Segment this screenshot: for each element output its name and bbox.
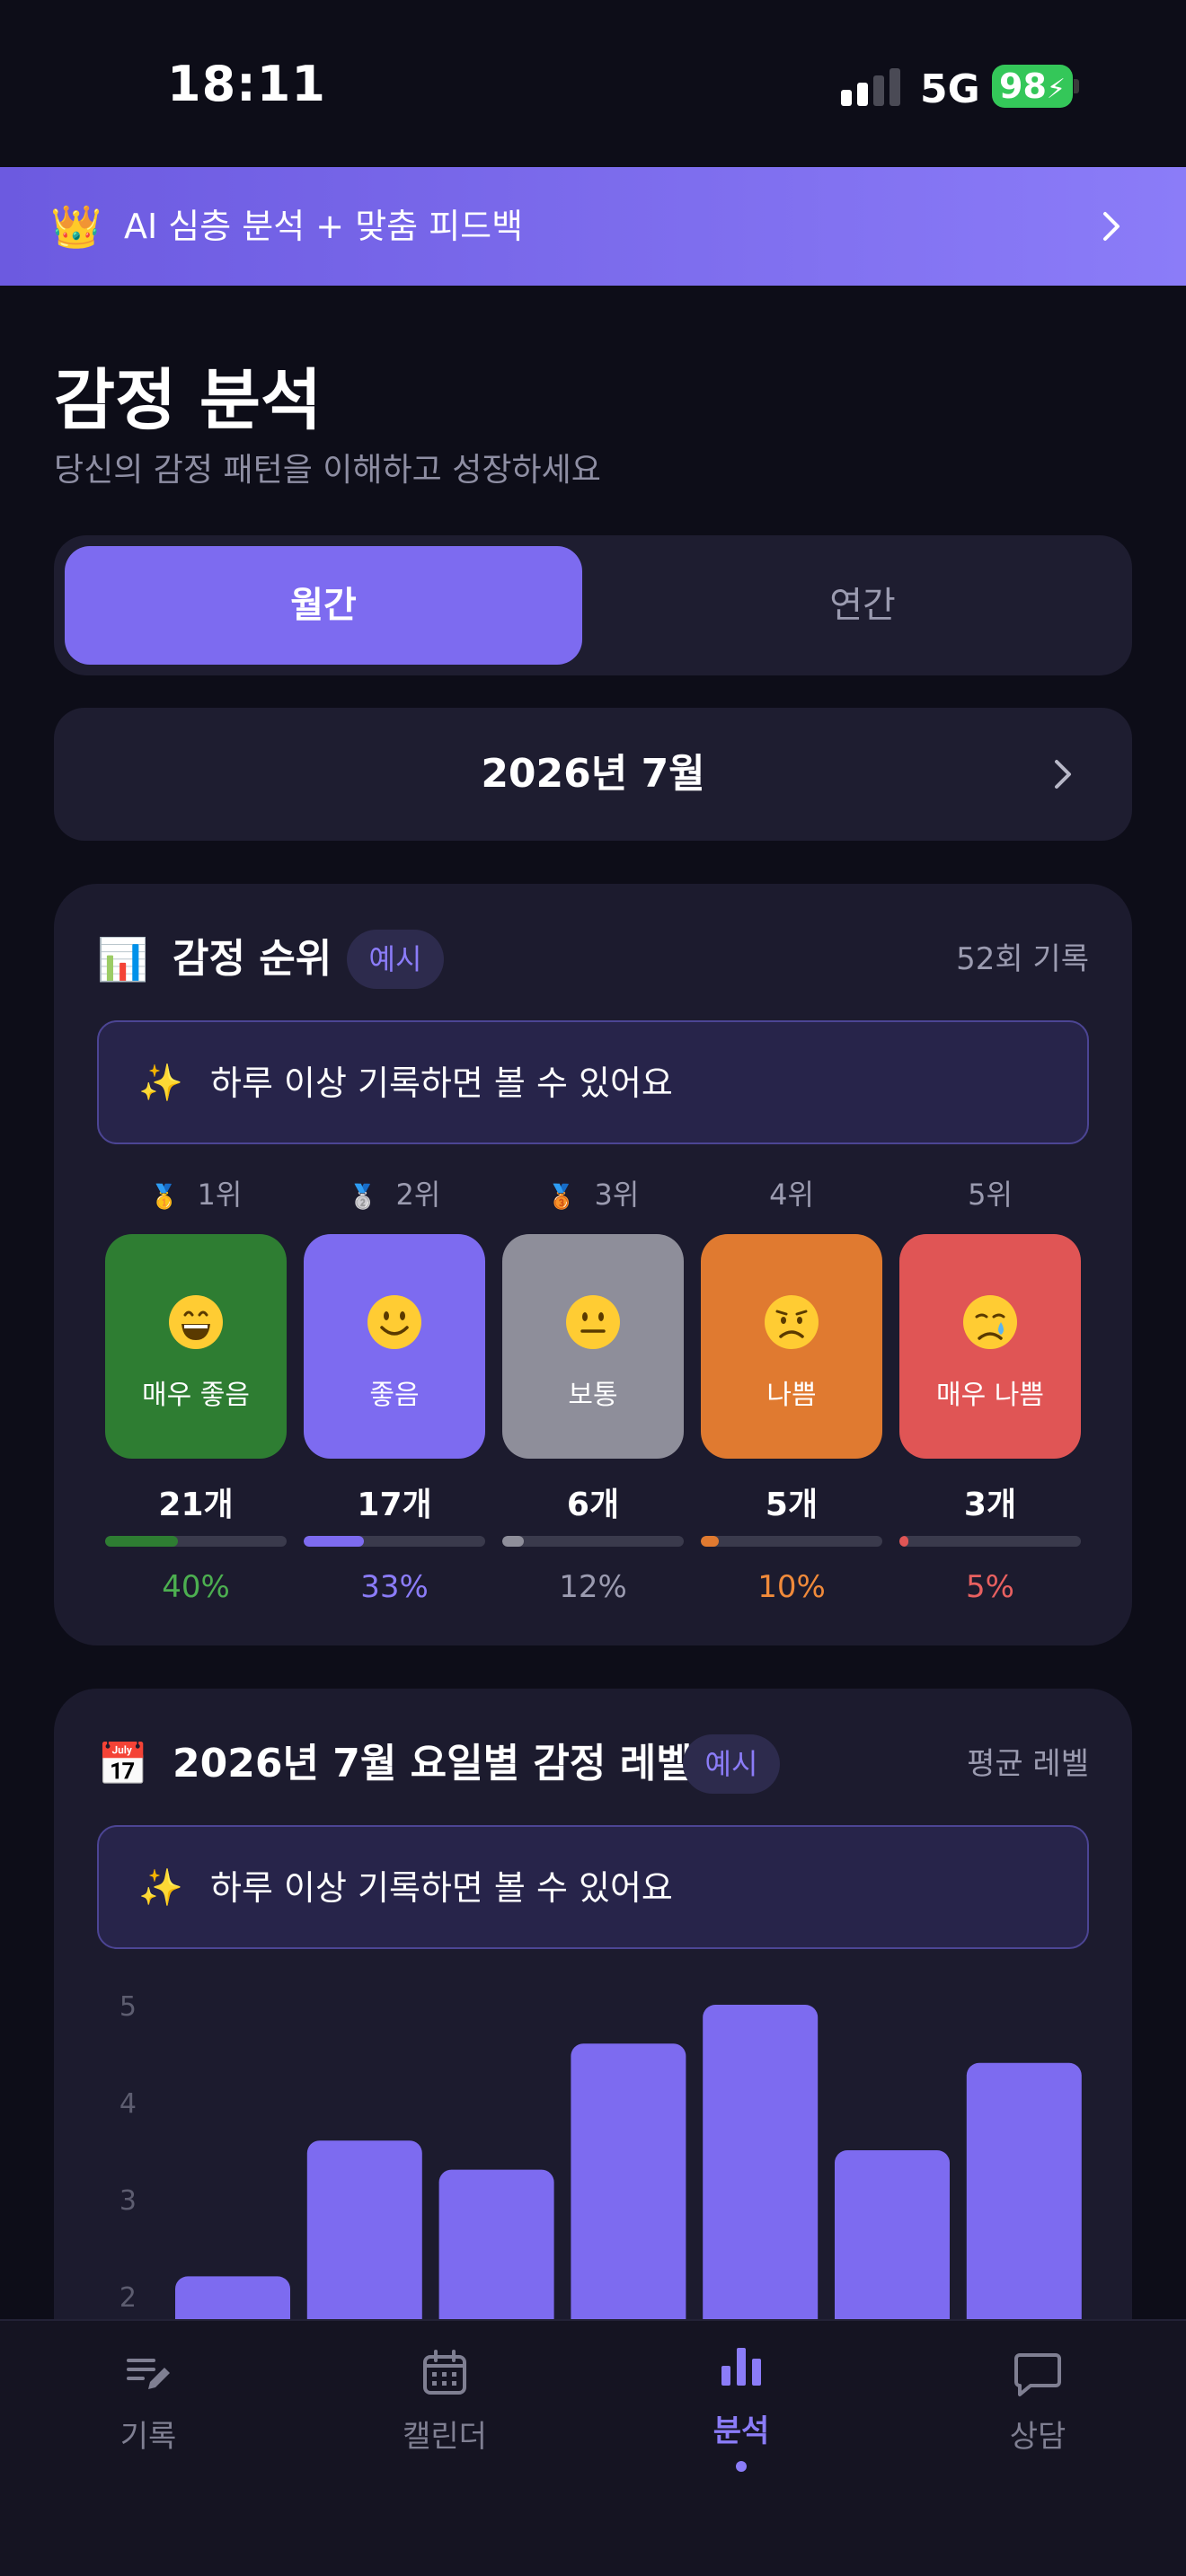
tab-label: 기록 — [119, 2419, 177, 2455]
tab-counseling[interactable]: 상담 — [890, 2321, 1186, 2501]
y-tick-label: 2 — [119, 2282, 137, 2314]
emotion-count: 3개 — [963, 1486, 1017, 1523]
tab-yearly[interactable]: 연간 — [604, 546, 1121, 665]
record-count: 52회 기록 — [956, 941, 1089, 977]
emotion-count: 5개 — [765, 1486, 819, 1523]
rank-number: 4위 — [769, 1178, 814, 1212]
month-selector[interactable]: 2026년 7월 — [54, 708, 1132, 841]
tab-label: 상담 — [1009, 2419, 1067, 2455]
emotion-name: 매우 좋음 — [142, 1380, 250, 1411]
rank-number: 5위 — [968, 1178, 1013, 1212]
progress-fill — [304, 1536, 364, 1547]
status-bar: 18:11 5G 98⚡ — [0, 0, 1186, 167]
rank-tile[interactable]: 매우 좋음 — [105, 1234, 287, 1459]
progress-fill — [105, 1536, 178, 1547]
rank-number: 3위 — [594, 1178, 640, 1212]
tab-calendar[interactable]: 캘린더 — [296, 2321, 593, 2501]
bar-chart-icon: 📊 — [97, 935, 149, 984]
emotion-percent: 12% — [559, 1569, 627, 1605]
period-segmented-control: 월간 연간 — [54, 535, 1132, 675]
ai-analysis-promo-banner[interactable]: 👑 AI 심층 분석 + 맞춤 피드백 — [0, 167, 1186, 286]
network-type: 5G — [920, 66, 980, 112]
progress-fill — [502, 1536, 525, 1547]
y-tick-label: 4 — [119, 2088, 137, 2120]
bar-chart-icon — [721, 2348, 761, 2386]
notice-banner: ✨ 하루 이상 기록하면 볼 수 있어요 — [97, 1020, 1089, 1144]
rank-tile[interactable]: 매우 나쁨 — [899, 1234, 1081, 1459]
emotion-percent: 10% — [757, 1569, 826, 1605]
smile-face-icon — [367, 1295, 421, 1349]
emotion-name: 좋음 — [369, 1380, 420, 1411]
emotion-count: 21개 — [158, 1486, 234, 1523]
emotion-name: 매우 나쁨 — [936, 1380, 1044, 1411]
emotion-percent: 33% — [360, 1569, 429, 1605]
crown-icon: 👑 — [50, 202, 102, 251]
emotion-name: 보통 — [568, 1380, 618, 1411]
gold-medal-icon: 🥇 — [149, 1184, 180, 1211]
y-tick-label: 3 — [119, 2185, 137, 2217]
tab-label: 분석 — [712, 2413, 770, 2449]
progress-track — [502, 1536, 684, 1547]
progress-track — [105, 1536, 287, 1547]
silver-medal-icon: 🥈 — [348, 1184, 378, 1211]
emotion-ranking-card: 📊 감정 순위 예시 52회 기록 ✨ 하루 이상 기록하면 볼 수 있어요 🥇… — [54, 884, 1132, 1645]
cellular-signal-icon — [841, 68, 900, 106]
tab-monthly[interactable]: 월간 — [65, 546, 582, 665]
rank-number: 2위 — [395, 1178, 441, 1212]
example-badge: 예시 — [347, 930, 444, 989]
battery-icon: 98⚡ — [992, 65, 1073, 108]
rank-number: 1위 — [197, 1178, 243, 1212]
tab-analysis[interactable]: 분석 — [593, 2321, 890, 2501]
emotion-percent: 5% — [966, 1569, 1014, 1605]
neutral-face-icon — [566, 1295, 620, 1349]
tab-label: 캘린더 — [403, 2419, 487, 2455]
rank-tile[interactable]: 좋음 — [304, 1234, 485, 1459]
chevron-right-icon — [1103, 212, 1120, 241]
chat-bubble-icon — [1014, 2353, 1061, 2396]
bottom-tab-bar: 기록 캘린더 분석 상담 — [0, 2319, 1186, 2576]
bronze-medal-icon: 🥉 — [546, 1184, 577, 1211]
progress-track — [701, 1536, 882, 1547]
progress-fill — [899, 1536, 909, 1547]
rank-tile[interactable]: 보통 — [502, 1234, 684, 1459]
month-label: 2026년 7월 — [481, 751, 705, 797]
crying-face-icon — [963, 1295, 1017, 1349]
emotion-count: 6개 — [566, 1486, 620, 1523]
active-indicator-dot — [736, 2461, 747, 2472]
card-title: 감정 순위 — [173, 936, 332, 982]
progress-track — [304, 1536, 485, 1547]
promo-text: AI 심층 분석 + 맞춤 피드백 — [124, 207, 524, 246]
calendar-grid-icon — [423, 2350, 466, 2395]
progress-track — [899, 1536, 1081, 1547]
emotion-percent: 40% — [162, 1569, 230, 1605]
note-edit-icon — [127, 2359, 170, 2389]
battery-tip — [1074, 79, 1079, 93]
status-time: 18:11 — [167, 56, 326, 112]
sad-face-icon — [765, 1295, 819, 1349]
very-happy-face-icon — [169, 1295, 223, 1349]
emotion-name: 나쁨 — [766, 1380, 817, 1411]
notice-text: 하루 이상 기록하면 볼 수 있어요 — [210, 1063, 673, 1103]
tab-record[interactable]: 기록 — [0, 2321, 296, 2501]
y-tick-label: 5 — [119, 1991, 137, 2023]
rank-tile[interactable]: 나쁨 — [701, 1234, 882, 1459]
progress-fill — [701, 1536, 720, 1547]
sparkles-icon: ✨ — [138, 1063, 183, 1104]
page-title: 감정 분석 — [54, 362, 323, 439]
battery-level: 98 — [999, 66, 1047, 106]
emotion-count: 17개 — [357, 1486, 432, 1523]
page-subtitle: 당신의 감정 패턴을 이해하고 성장하세요 — [54, 452, 601, 489]
next-month-chevron-icon[interactable] — [1042, 754, 1082, 794]
